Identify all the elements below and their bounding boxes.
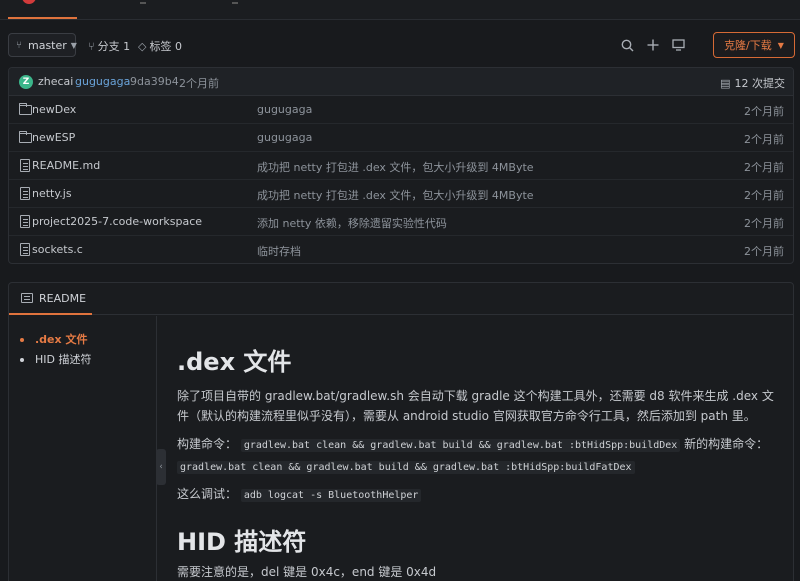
- top-nav-strip: [0, 0, 800, 20]
- file-commit-message[interactable]: 临时存档: [257, 243, 301, 259]
- file-name[interactable]: project2025-7.code-workspace: [32, 215, 202, 228]
- file-commit-message[interactable]: 添加 netty 依赖，移除遗留实验性代码: [257, 215, 447, 231]
- file-icon: [20, 215, 30, 228]
- file-row-newesp[interactable]: newESP gugugaga 2个月前: [9, 124, 793, 152]
- history-icon: ▤: [720, 76, 731, 90]
- toc-item-hid[interactable]: HID 描述符: [9, 350, 156, 370]
- latest-commit-row: Z zhecai gugugaga 9da39b4 2个月前 ▤ 12 次提交: [9, 68, 793, 96]
- toc-collapse-handle[interactable]: ‹: [156, 449, 166, 485]
- file-commit-message[interactable]: 成功把 netty 打包进 .dex 文件，包大小升级到 4MByte: [257, 159, 534, 175]
- branch-icon: ⑂: [16, 39, 22, 51]
- file-table: Z zhecai gugugaga 9da39b4 2个月前 ▤ 12 次提交 …: [8, 67, 794, 264]
- file-icon: [20, 159, 30, 172]
- new-build-label: 新的构建命令：: [684, 437, 769, 451]
- readme-toc: .dex 文件 HID 描述符: [9, 316, 157, 581]
- branch-bar: ⑂ master ▼ ⑂ 分支 1 ◇ 标签 0 克隆/下载 ▼: [0, 30, 800, 60]
- file-commit-message[interactable]: 成功把 netty 打包进 .dex 文件，包大小升级到 4MByte: [257, 187, 534, 203]
- file-icon: [20, 187, 30, 200]
- clone-download-button[interactable]: 克隆/下载 ▼: [713, 32, 795, 58]
- active-tab-indicator: [9, 313, 92, 315]
- readme-panel: README .dex 文件 HID 描述符 ‹ .dex 文件 除了项目自带的…: [8, 282, 794, 581]
- file-time: 2个月前: [744, 133, 784, 146]
- file-row-sockets[interactable]: sockets.c 临时存档 2个月前: [9, 236, 793, 263]
- file-time: 2个月前: [744, 161, 784, 174]
- file-name[interactable]: newDex: [32, 103, 76, 116]
- readme-tab[interactable]: README: [9, 283, 793, 315]
- branches-link[interactable]: ⑂ 分支 1: [88, 38, 130, 54]
- heading-hid: HID 描述符: [177, 528, 307, 556]
- folder-icon: [19, 131, 32, 143]
- plus-icon[interactable]: [643, 35, 663, 55]
- monitor-icon[interactable]: [668, 35, 688, 55]
- branch-name: master: [28, 38, 67, 52]
- file-commit-message[interactable]: gugugaga: [257, 131, 312, 144]
- file-name[interactable]: sockets.c: [32, 243, 83, 256]
- folder-icon: [19, 103, 32, 115]
- paragraph-build: 构建命令： gradlew.bat clean && gradlew.bat b…: [177, 434, 775, 478]
- paragraph-debug: 这么调试： adb logcat -s BluetoothHelper: [177, 484, 775, 506]
- tags-label: 标签 0: [149, 40, 182, 53]
- file-name[interactable]: README.md: [32, 159, 100, 172]
- search-icon[interactable]: [617, 35, 637, 55]
- file-time: 2个月前: [744, 217, 784, 230]
- file-row-readme[interactable]: README.md 成功把 netty 打包进 .dex 文件，包大小升级到 4…: [9, 152, 793, 180]
- build-label: 构建命令：: [177, 437, 238, 451]
- toc-item-dex[interactable]: .dex 文件: [9, 330, 156, 350]
- chevron-down-icon: ▼: [777, 40, 784, 50]
- file-row-newdex[interactable]: newDex gugugaga 2个月前: [9, 96, 793, 124]
- avatar[interactable]: Z: [19, 75, 33, 89]
- commit-message[interactable]: gugugaga: [75, 75, 130, 88]
- clone-download-label: 克隆/下载: [724, 39, 772, 52]
- branch-select[interactable]: ⑂ master ▼: [8, 33, 77, 57]
- debug-label: 这么调试：: [177, 487, 238, 501]
- commit-hash[interactable]: 9da39b4: [130, 75, 179, 88]
- file-row-workspace[interactable]: project2025-7.code-workspace 添加 netty 依赖…: [9, 208, 793, 236]
- chevron-down-icon: ▼: [70, 40, 77, 50]
- file-time: 2个月前: [744, 189, 784, 202]
- logo: [22, 0, 36, 4]
- build-command: gradlew.bat clean && gradlew.bat build &…: [240, 439, 681, 452]
- new-build-command: gradlew.bat clean && gradlew.bat build &…: [177, 461, 635, 474]
- commit-author[interactable]: zhecai: [38, 75, 73, 88]
- debug-command: adb logcat -s BluetoothHelper: [240, 489, 422, 502]
- heading-dex: .dex 文件: [177, 348, 292, 376]
- branches-label: 分支 1: [97, 40, 131, 53]
- file-row-netty[interactable]: netty.js 成功把 netty 打包进 .dex 文件，包大小升级到 4M…: [9, 180, 793, 208]
- file-icon: [20, 243, 30, 256]
- branch-icon: ⑂: [88, 39, 95, 53]
- file-time: 2个月前: [744, 105, 784, 118]
- file-commit-message[interactable]: gugugaga: [257, 103, 312, 116]
- book-icon: [21, 293, 33, 303]
- paragraph-intro: 除了项目自带的 gradlew.bat/gradlew.sh 会自动下载 gra…: [177, 389, 774, 423]
- commit-count-label: 12 次提交: [734, 77, 786, 90]
- paragraph-hid: 需要注意的是，del 键是 0x4c，end 键是 0x4d: [177, 565, 437, 579]
- active-tab-indicator: [8, 17, 77, 19]
- tags-link[interactable]: ◇ 标签 0: [138, 38, 182, 54]
- tag-icon: ◇: [138, 39, 147, 53]
- readme-tab-label: README: [39, 292, 87, 305]
- file-name[interactable]: newESP: [32, 131, 75, 144]
- commit-count-link[interactable]: ▤ 12 次提交: [720, 75, 785, 91]
- commit-time: 2个月前: [179, 77, 219, 90]
- file-name[interactable]: netty.js: [32, 187, 72, 200]
- file-time: 2个月前: [744, 245, 784, 258]
